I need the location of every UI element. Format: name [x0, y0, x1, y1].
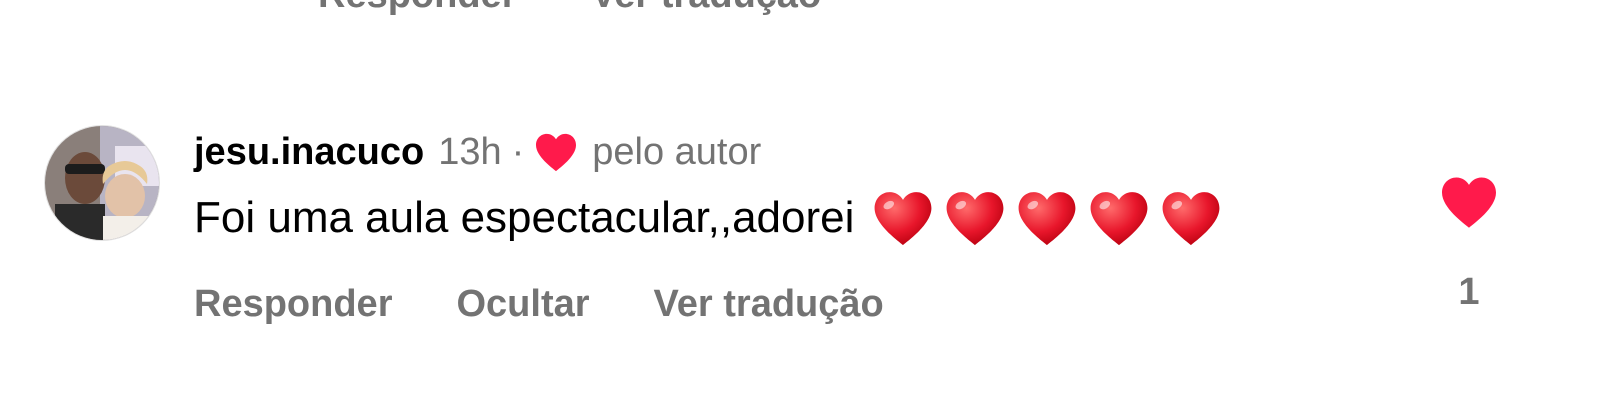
- comment: jesu.inacuco 13h · pelo autor Foi uma au…: [44, 125, 1564, 355]
- red-heart-emoji: [1018, 192, 1076, 246]
- see-translation-button[interactable]: Ver tradução: [654, 283, 884, 326]
- red-heart-emoji: [1090, 192, 1148, 246]
- heart-filled-icon[interactable]: [1439, 175, 1499, 229]
- username[interactable]: jesu.inacuco: [194, 131, 424, 174]
- red-heart-emoji: [874, 192, 932, 246]
- comment-text: Foi uma aula espectacular,,adorei: [194, 189, 1222, 247]
- red-heart-emoji: [1162, 192, 1220, 246]
- previous-translate-button[interactable]: Ver tradução: [591, 0, 821, 16]
- like-control: 1: [1434, 175, 1504, 314]
- red-heart-emoji: [946, 192, 1004, 246]
- reply-button[interactable]: Responder: [194, 283, 392, 326]
- separator: ·: [511, 130, 525, 173]
- hide-button[interactable]: Ocultar: [456, 283, 589, 326]
- comment-actions: Responder Ocultar Ver tradução: [194, 283, 884, 326]
- comment-body: Foi uma aula espectacular,,adorei: [194, 193, 855, 242]
- liked-by-author-label: pelo autor: [592, 130, 762, 173]
- comment-time: 13h: [438, 130, 502, 173]
- heart-icon: [534, 132, 578, 172]
- previous-reply-button[interactable]: Responder: [318, 0, 516, 16]
- avatar[interactable]: [44, 125, 160, 241]
- comment-meta: jesu.inacuco 13h · pelo autor: [194, 127, 761, 177]
- like-count: 1: [1458, 271, 1480, 313]
- previous-comment-actions: Responder Ver tradução: [318, 0, 885, 17]
- emoji-group: [872, 189, 1222, 247]
- avatar-photo: [45, 126, 159, 240]
